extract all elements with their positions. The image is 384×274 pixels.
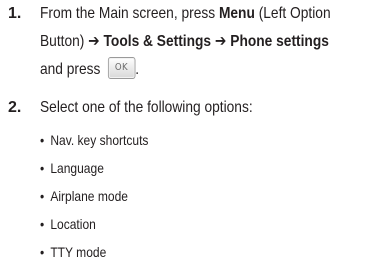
option-label: Nav. key shortcuts [50,132,149,148]
option-label: TTY mode [50,244,107,260]
bullet-icon: • [40,244,45,260]
step-number: 1. [8,5,22,22]
step-number: 2. [8,99,22,116]
option-label: Location [50,216,96,232]
instruction-page: 1. From the Main screen, press Menu (Lef… [0,0,384,274]
bullet-icon: • [40,160,45,176]
phone-settings-keyword: Phone settings [230,33,329,50]
text: . [135,61,140,78]
ok-key-icon: OK [107,57,136,79]
text: and press [40,61,105,78]
ok-key-label: OK [114,62,129,73]
step-1-line-3: and press OK. [40,56,332,84]
arrow-icon: ➔ [214,33,227,50]
step-1-line-1: From the Main screen, press Menu (Left O… [40,0,332,28]
list-item: • TTY mode [40,238,148,266]
text: (Left Option [254,5,331,22]
text: Button) [40,33,89,50]
text: From the Main screen, press [40,5,219,22]
menu-keyword: Menu [218,5,255,22]
step-text: Select one of the following options: [40,99,253,116]
step-text: From the Main screen, press Menu (Left O… [40,0,332,84]
bullet-icon: • [40,132,45,148]
bullet-icon: • [40,216,45,232]
list-item: • Language [40,154,148,182]
bullet-icon: • [40,188,45,204]
list-item: • Location [40,210,148,238]
list-item: • Airplane mode [40,182,148,210]
list-item: • Nav. key shortcuts [40,126,148,154]
options-list: • Nav. key shortcuts • Language • Airplane … [40,126,166,266]
tools-settings-keyword: Tools & Settings [103,33,212,50]
arrow-icon: ➔ [88,33,100,50]
option-label: Language [50,160,104,176]
option-label: Airplane mode [50,188,128,204]
step-1-line-2: Button) ➔ Tools & Settings ➔ Phone setti… [40,28,332,56]
